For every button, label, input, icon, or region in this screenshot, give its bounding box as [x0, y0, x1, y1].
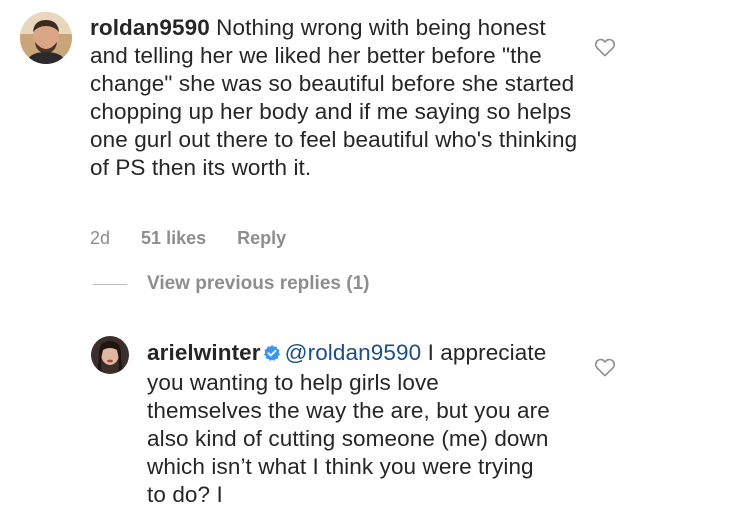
heart-outline-icon[interactable]: [594, 357, 616, 382]
view-previous-replies[interactable]: View previous replies (1): [93, 272, 369, 296]
avatar-image: [20, 12, 72, 64]
comment-username[interactable]: roldan9590: [90, 15, 210, 40]
view-previous-replies-label[interactable]: View previous replies (1): [147, 273, 369, 295]
comment-time: 2d: [90, 228, 111, 248]
reply-body: arielwinter @roldan9590 I appreciate you …: [147, 339, 557, 509]
comment-body: roldan9590 Nothing wrong with being hone…: [90, 14, 585, 182]
avatar[interactable]: [20, 12, 72, 64]
reply-avatar[interactable]: [91, 336, 129, 374]
reply-mention-link[interactable]: @roldan9590: [285, 340, 422, 365]
reply-avatar-image: [91, 336, 129, 374]
heart-outline-icon[interactable]: [594, 37, 616, 62]
divider-line: [93, 283, 127, 285]
reply-text: I appreciate you wanting to help girls l…: [147, 340, 550, 507]
comment-meta: 2d 51 likes Reply: [90, 228, 286, 249]
reply-username[interactable]: arielwinter: [147, 340, 261, 365]
comment-likes[interactable]: 51 likes: [141, 228, 206, 249]
verified-badge-icon: [263, 341, 281, 369]
reply-button[interactable]: Reply: [237, 228, 286, 249]
